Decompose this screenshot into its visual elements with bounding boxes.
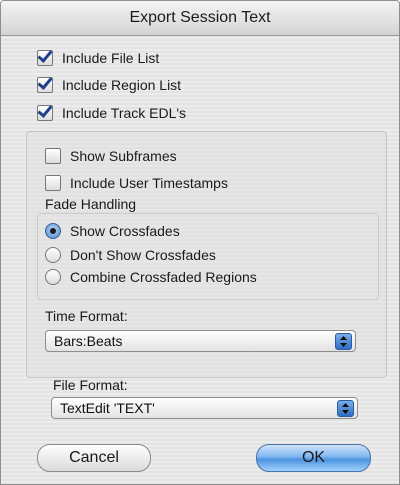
include-file-list-label: Include File List [62, 50, 160, 66]
include-user-timestamps-checkbox[interactable]: Include User Timestamps [45, 175, 228, 191]
radio-unselected-icon[interactable] [45, 247, 61, 263]
dont-show-crossfades-radio[interactable]: Don't Show Crossfades [45, 247, 216, 263]
include-user-timestamps-label: Include User Timestamps [70, 175, 228, 191]
radio-selected-icon[interactable] [45, 223, 61, 239]
show-subframes-label: Show Subframes [70, 148, 177, 164]
dont-show-crossfades-label: Don't Show Crossfades [70, 247, 216, 263]
ok-button[interactable]: OK [256, 444, 371, 472]
file-format-select[interactable]: TextEdit 'TEXT' [51, 397, 358, 419]
cancel-button[interactable]: Cancel [37, 444, 151, 472]
checkbox-unchecked-icon[interactable] [45, 148, 61, 164]
radio-unselected-icon[interactable] [45, 269, 61, 285]
combine-crossfaded-regions-label: Combine Crossfaded Regions [70, 269, 257, 285]
updown-arrows-icon[interactable] [337, 400, 354, 417]
checkbox-checked-icon[interactable] [37, 77, 53, 93]
updown-arrows-icon[interactable] [335, 333, 352, 350]
include-file-list-checkbox[interactable]: Include File List [37, 50, 159, 66]
file-format-label: File Format: [53, 377, 128, 393]
fade-handling-label: Fade Handling [45, 196, 137, 212]
combine-crossfaded-regions-radio[interactable]: Combine Crossfaded Regions [45, 269, 257, 285]
include-track-edls-label: Include Track EDL's [62, 105, 187, 121]
include-track-edls-checkbox[interactable]: Include Track EDL's [37, 105, 186, 121]
dialog-title: Export Session Text [129, 9, 271, 26]
file-format-value: TextEdit 'TEXT' [60, 400, 155, 416]
checkbox-unchecked-icon[interactable] [45, 175, 61, 191]
time-format-value: Bars:Beats [54, 333, 123, 349]
include-region-list-label: Include Region List [62, 77, 182, 93]
show-crossfades-label: Show Crossfades [70, 223, 180, 239]
time-format-select[interactable]: Bars:Beats [45, 330, 356, 352]
include-region-list-checkbox[interactable]: Include Region List [37, 77, 181, 93]
show-crossfades-radio[interactable]: Show Crossfades [45, 223, 180, 239]
checkbox-checked-icon[interactable] [37, 50, 53, 66]
checkbox-checked-icon[interactable] [37, 105, 53, 121]
time-format-label: Time Format: [45, 308, 128, 324]
title-bar[interactable]: Export Session Text [1, 1, 399, 36]
export-session-text-dialog: Export Session Text Include File List In… [0, 0, 400, 485]
show-subframes-checkbox[interactable]: Show Subframes [45, 148, 177, 164]
